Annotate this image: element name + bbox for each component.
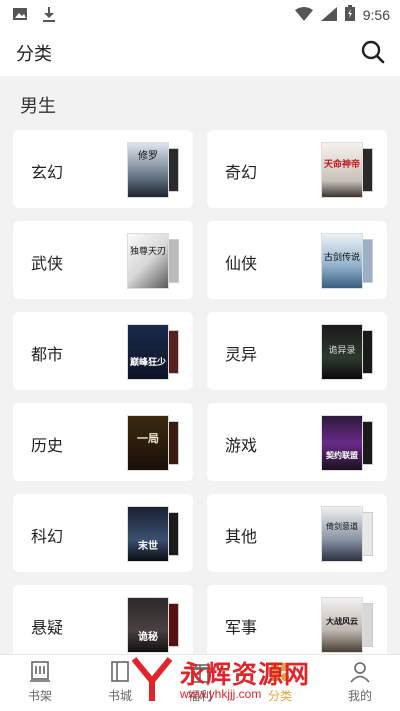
watermark-url: www.yhkjjj.com xyxy=(180,687,262,701)
category-card[interactable]: 历史 一局 xyxy=(13,403,193,481)
cover-title: 末世 xyxy=(138,541,158,552)
search-icon[interactable] xyxy=(360,39,386,65)
category-label: 科幻 xyxy=(31,527,64,546)
category-card[interactable]: 其他 倚剑意道 xyxy=(207,494,387,572)
book-cover: 倚剑意道 xyxy=(321,506,373,562)
category-card[interactable]: 仙侠 古剑传说 xyxy=(207,221,387,299)
battery-icon xyxy=(344,5,355,25)
watermark: 永辉资源网 www.yhkjjj.com xyxy=(130,655,310,707)
book-cover: 契约联盟 xyxy=(321,415,373,471)
category-card[interactable]: 玄幻 修罗 xyxy=(13,130,193,208)
cover-title: 大战风云 xyxy=(326,617,358,626)
tab-bookshelf[interactable]: 书架 xyxy=(10,659,70,704)
category-card[interactable]: 科幻 末世 xyxy=(13,494,193,572)
page-title: 分类 xyxy=(16,44,52,65)
category-card[interactable]: 都市 巅峰狂少 xyxy=(13,312,193,390)
tab-label: 我的 xyxy=(347,689,372,703)
book-cover: 古剑传说 xyxy=(321,233,373,289)
category-label: 悬疑 xyxy=(31,618,64,637)
bottom-tab-bar: 书架 书城 福利 分类 我的 永辉资源网 www.yhkjjj.com xyxy=(0,654,400,711)
book-cover: 独尊天刃 xyxy=(127,233,179,289)
book-cover: 修罗 xyxy=(127,142,179,198)
cover-title: 契约联盟 xyxy=(326,451,358,460)
book-cover: 诡异录 xyxy=(321,324,373,380)
category-card[interactable]: 悬疑 诡秘 xyxy=(13,585,193,663)
category-label: 历史 xyxy=(31,436,64,455)
watermark-text: 永辉资源网 xyxy=(180,660,311,689)
category-card[interactable]: 游戏 契约联盟 xyxy=(207,403,387,481)
user-icon xyxy=(350,661,370,683)
download-icon xyxy=(42,6,56,26)
book-cover: 巅峰狂少 xyxy=(127,324,179,380)
category-label: 都市 xyxy=(31,345,64,364)
book-cover: 诡秘 xyxy=(127,597,179,653)
category-label: 游戏 xyxy=(225,436,258,455)
book-icon xyxy=(110,661,130,683)
cover-title: 天命神帝 xyxy=(323,160,360,170)
app-bar: 分类 xyxy=(0,28,400,76)
watermark-logo-icon xyxy=(130,655,174,707)
category-label: 其他 xyxy=(225,527,258,546)
cover-title: 倚剑意道 xyxy=(326,522,358,531)
shelf-icon xyxy=(30,661,50,683)
signal-icon xyxy=(320,6,337,25)
cover-title: 一局 xyxy=(137,432,159,445)
book-cover: 大战风云 xyxy=(321,597,373,653)
category-card[interactable]: 奇幻 天命神帝 xyxy=(207,130,387,208)
category-label: 仙侠 xyxy=(225,254,258,273)
book-cover: 一局 xyxy=(127,415,179,471)
section-title: 男生 xyxy=(20,96,56,117)
cover-title: 诡秘 xyxy=(138,632,158,643)
status-time: 9:56 xyxy=(362,7,390,23)
tab-mine[interactable]: 我的 xyxy=(330,659,390,704)
category-card[interactable]: 军事 大战风云 xyxy=(207,585,387,663)
cover-title: 独尊天刃 xyxy=(129,247,166,257)
book-cover: 天命神帝 xyxy=(321,142,373,198)
cover-title: 古剑传说 xyxy=(323,253,360,263)
category-label: 军事 xyxy=(225,618,258,637)
book-cover: 末世 xyxy=(127,506,179,562)
cover-title: 巅峰狂少 xyxy=(129,358,166,368)
status-bar: 9:56 xyxy=(0,0,400,28)
tab-label: 书架 xyxy=(27,689,52,703)
category-label: 武侠 xyxy=(31,254,64,273)
category-label: 灵异 xyxy=(225,345,258,364)
category-label: 玄幻 xyxy=(31,163,64,182)
image-notification-icon xyxy=(12,6,28,26)
cover-title: 修罗 xyxy=(138,151,158,162)
cover-title: 诡异录 xyxy=(328,346,356,356)
wifi-icon xyxy=(294,6,313,25)
category-card[interactable]: 灵异 诡异录 xyxy=(207,312,387,390)
category-card[interactable]: 武侠 独尊天刃 xyxy=(13,221,193,299)
category-label: 奇幻 xyxy=(225,163,258,182)
